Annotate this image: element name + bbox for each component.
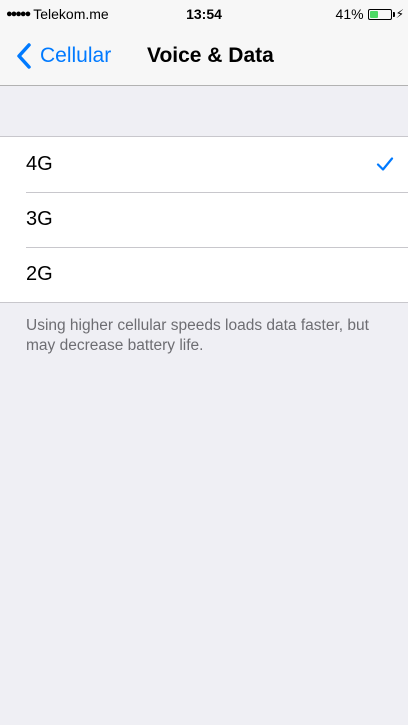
- option-4g[interactable]: 4G: [0, 137, 408, 192]
- option-2g[interactable]: 2G: [0, 247, 408, 302]
- back-button[interactable]: Cellular: [14, 28, 111, 84]
- battery-icon: [367, 8, 392, 20]
- battery-status: 41% ⚡: [336, 6, 404, 22]
- option-label: 4G: [26, 153, 53, 175]
- chevron-left-icon: [17, 43, 31, 69]
- bolt-icon: ⚡: [395, 7, 404, 21]
- back-button-label: Cellular: [40, 44, 112, 67]
- status-bar: ●●●●● Telekom.me 13:54 41% ⚡: [0, 0, 408, 28]
- checkmark-icon: [376, 157, 394, 171]
- battery-fill: [369, 10, 378, 18]
- navigation-bar: Cellular Voice & Data: [0, 28, 408, 86]
- battery-nub: [392, 11, 395, 17]
- option-3g[interactable]: 3G: [0, 192, 408, 247]
- option-label: 2G: [26, 263, 53, 285]
- battery-percent: 41%: [335, 6, 364, 22]
- option-label: 3G: [26, 208, 53, 230]
- footer-note: Using higher cellular speeds loads data …: [26, 317, 369, 354]
- page-title: Voice & Data: [147, 44, 274, 67]
- network-options-list: 4G 3G 2G: [0, 136, 408, 303]
